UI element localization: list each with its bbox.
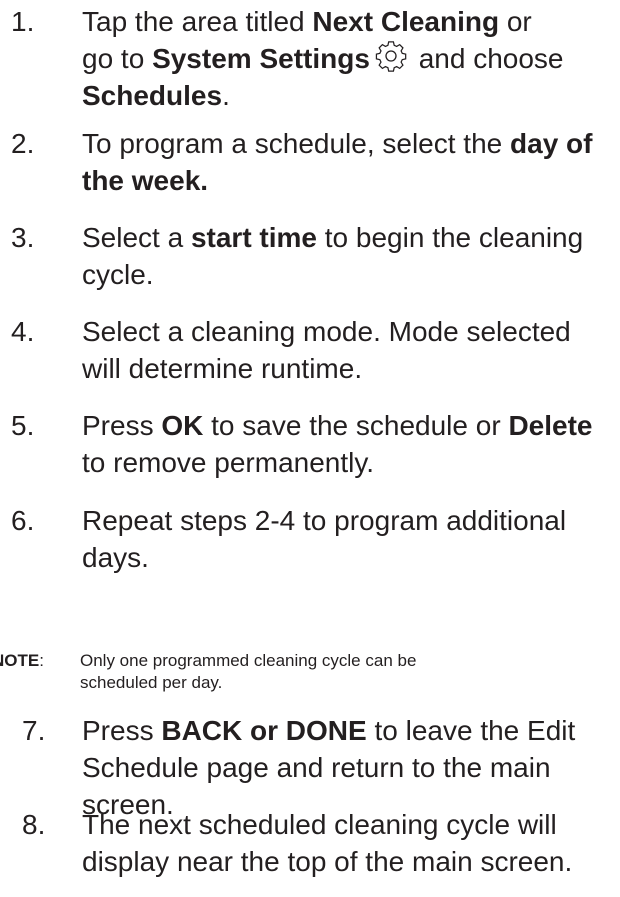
step-line: Select a cleaning mode. Mode selected bbox=[82, 313, 620, 350]
instructions-page: 1. Tap the area titled Next Cleaning or go… bbox=[0, 0, 620, 897]
body-text: The next scheduled cleaning cycle will bbox=[82, 809, 557, 840]
body-text: and choose bbox=[410, 43, 564, 74]
note-line-2: scheduled per day. bbox=[80, 673, 223, 692]
step-text: Press OK to save the schedule or Delete t… bbox=[82, 407, 620, 481]
step-line: To program a schedule, select the day of bbox=[82, 125, 620, 162]
step-text: The next scheduled cleaning cycle will di… bbox=[82, 806, 620, 880]
body-text: . bbox=[222, 80, 230, 111]
body-text: Schedule page and return to the main bbox=[82, 752, 551, 783]
emphasis-text: System Settings bbox=[152, 43, 370, 74]
body-text: Tap the area titled bbox=[82, 6, 313, 37]
body-text: Press bbox=[82, 715, 162, 746]
step-number: 5. bbox=[11, 410, 35, 441]
body-text: to remove permanently. bbox=[82, 447, 375, 478]
body-text: To program a schedule, select the bbox=[82, 128, 511, 159]
step-line: the week. bbox=[82, 162, 620, 199]
step-text: Select a start time to begin the cleanin… bbox=[82, 219, 620, 293]
emphasis-text: Next Cleaning bbox=[312, 6, 500, 37]
note-line-1: Only one programmed cleaning cycle can b… bbox=[80, 651, 417, 670]
emphasis-text: day of bbox=[510, 128, 593, 159]
step-line: Press BACK or DONE to leave the Edit bbox=[82, 712, 620, 749]
step-line: days. bbox=[82, 539, 620, 576]
step-line: Schedule page and return to the main bbox=[82, 749, 620, 786]
step-text: Select a cleaning mode. Mode selected wil… bbox=[82, 313, 620, 387]
step-text: To program a schedule, select the day of… bbox=[82, 125, 620, 199]
step-line: Press OK to save the schedule or Delete bbox=[82, 407, 620, 444]
body-text: or bbox=[499, 6, 532, 37]
note-label-text: NOTE bbox=[0, 651, 40, 670]
note-text: Only one programmed cleaning cycle can b… bbox=[80, 650, 416, 694]
step-number: 4. bbox=[11, 316, 35, 347]
body-text: to save the schedule or bbox=[203, 410, 509, 441]
emphasis-text: the week. bbox=[82, 165, 209, 196]
body-text: Press bbox=[82, 410, 162, 441]
step-line: Repeat steps 2-4 to program additional bbox=[82, 502, 620, 539]
body-text: Select a bbox=[82, 222, 191, 253]
body-text: cycle. bbox=[82, 259, 154, 290]
step-number: 8. bbox=[22, 809, 46, 840]
step-line: display near the top of the main screen. bbox=[82, 843, 620, 880]
emphasis-text: BACK or DONE bbox=[161, 715, 367, 746]
step-number: 1. bbox=[11, 6, 35, 37]
emphasis-text: start time bbox=[190, 222, 317, 253]
emphasis-text: Schedules bbox=[82, 80, 223, 111]
body-text: to leave the Edit bbox=[366, 715, 576, 746]
body-text: go to bbox=[82, 43, 153, 74]
step-line: Schedules. bbox=[82, 77, 620, 114]
body-text: will determine runtime. bbox=[82, 353, 363, 384]
body-text: days. bbox=[82, 542, 149, 573]
body-text: Repeat steps 2-4 to program additional bbox=[82, 505, 567, 536]
step-number: 3. bbox=[11, 222, 35, 253]
step-line: The next scheduled cleaning cycle will bbox=[82, 806, 620, 843]
emphasis-text: Delete bbox=[508, 410, 593, 441]
body-text: Select a cleaning mode. Mode selected bbox=[82, 316, 571, 347]
note-label: NOTE: bbox=[0, 650, 44, 672]
step-line: Tap the area titled Next Cleaning or bbox=[82, 3, 620, 40]
emphasis-text: OK bbox=[161, 410, 204, 441]
step-line: cycle. bbox=[82, 256, 620, 293]
step-text: Tap the area titled Next Cleaning or go t… bbox=[82, 3, 620, 114]
step-text: Repeat steps 2-4 to program additional da… bbox=[82, 502, 620, 576]
step-number: 2. bbox=[11, 128, 35, 159]
body-text: display near the top of the main screen. bbox=[82, 846, 573, 877]
step-number: 6. bbox=[11, 505, 35, 536]
step-line: to remove permanently. bbox=[82, 444, 620, 481]
step-line: will determine runtime. bbox=[82, 350, 620, 387]
step-line: Select a start time to begin the cleanin… bbox=[82, 219, 620, 256]
body-text: to begin the cleaning bbox=[317, 222, 584, 253]
note-colon: : bbox=[39, 651, 44, 670]
step-number: 7. bbox=[22, 715, 46, 746]
gear-icon bbox=[370, 41, 411, 74]
step-line: go to System Settings and choose bbox=[82, 40, 620, 77]
